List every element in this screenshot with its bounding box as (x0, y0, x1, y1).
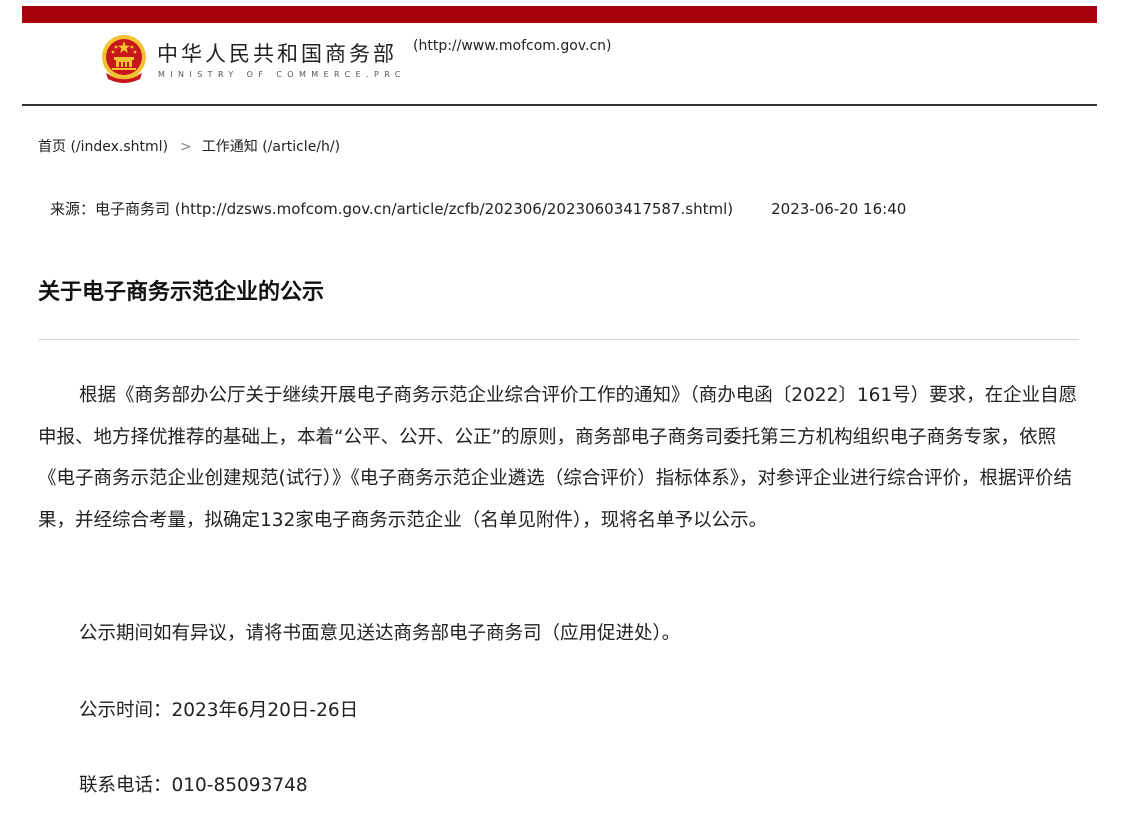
ministry-name-cn[interactable]: 中华人民共和国商务部 (157, 38, 397, 68)
article-date: 2023-06-20 16:40 (771, 200, 907, 218)
national-emblem-icon[interactable] (100, 33, 148, 85)
article-title: 关于电子商务示范企业的公示 (38, 280, 325, 305)
ministry-name-en: MINISTRY OF COMMERCE.PRC (158, 70, 406, 79)
header-divider (22, 104, 1097, 106)
article-body: 根据《商务部办公厅关于继续开展电子商务示范企业综合评价工作的通知》（商办电函〔2… (38, 375, 1083, 796)
objection-paragraph: 公示期间如有异议，请将书面意见送达商务部电子商务司（应用促进处）。 (79, 623, 681, 644)
publicity-period: 公示时间：2023年6月20日-26日 (79, 700, 359, 721)
breadcrumb-section-link[interactable]: 工作通知 (/article/h/) (202, 139, 340, 155)
top-red-bar (22, 6, 1097, 23)
article-paragraph: 根据《商务部办公厅关于继续开展电子商务示范企业综合评价工作的通知》（商办电函〔2… (38, 385, 1078, 531)
title-divider (38, 339, 1079, 340)
site-header: 中华人民共和国商务部 (http://www.mofcom.gov.cn) MI… (22, 23, 1097, 106)
site-url-link[interactable]: (http://www.mofcom.gov.cn) (413, 38, 611, 54)
breadcrumb-home-link[interactable]: 首页 (/index.shtml) (38, 139, 168, 155)
article-source-link[interactable]: 来源：电子商务司 (http://dzsws.mofcom.gov.cn/art… (50, 200, 733, 218)
article-meta: 来源：电子商务司 (http://dzsws.mofcom.gov.cn/art… (50, 198, 906, 219)
breadcrumb-separator-icon: > (180, 139, 192, 155)
contact-phone: 联系电话：010-85093748 (79, 775, 308, 796)
breadcrumb: 首页 (/index.shtml) > 工作通知 (/article/h/) (38, 136, 340, 156)
